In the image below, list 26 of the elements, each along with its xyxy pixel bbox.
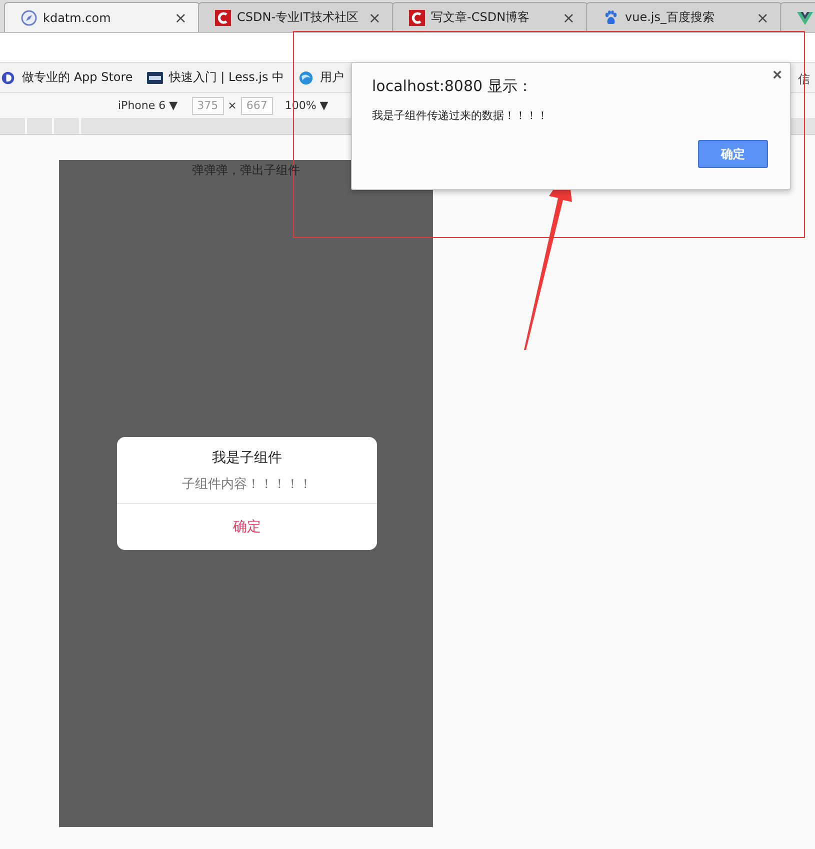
compass-icon [21, 10, 37, 26]
browser-tab[interactable]: 写文章-CSDN博客 × [392, 2, 588, 32]
bookmark-link[interactable]: 快速入门 | Less.js 中 [168, 69, 284, 86]
times-sign: × [228, 99, 237, 112]
csdn-logo-icon [215, 10, 231, 26]
modal-content: 子组件内容！！！！！ [182, 476, 312, 493]
confirm-button[interactable]: 确定 [213, 504, 281, 550]
browser-tab[interactable]: vue.js_百度搜索 × [586, 2, 782, 32]
browser-tab[interactable]: kdatm.com × [4, 2, 200, 32]
modal-title: 我是子组件 [212, 449, 282, 467]
close-icon[interactable]: × [368, 8, 381, 26]
vue-logo-icon [797, 10, 813, 26]
device-select[interactable]: iPhone 6 ▼ [118, 99, 178, 112]
close-icon[interactable]: × [174, 8, 187, 26]
close-icon[interactable]: × [756, 8, 769, 26]
csdn-logo-icon [409, 10, 425, 26]
bookmark-link[interactable]: 用户 [320, 69, 344, 86]
bookmark-icon [0, 70, 16, 84]
bookmark-icon [146, 70, 163, 84]
alert-title: localhost:8080 显示： [372, 77, 534, 96]
alert-message: 我是子组件传递过来的数据！！！！ [372, 108, 549, 123]
bookmark-link[interactable]: 做专业的 App Store [22, 69, 133, 86]
close-icon[interactable]: × [562, 8, 575, 26]
paw-icon [603, 10, 619, 26]
browser-tab[interactable]: CSDN-专业IT技术社区 × [198, 2, 394, 32]
globe-icon [298, 70, 314, 84]
